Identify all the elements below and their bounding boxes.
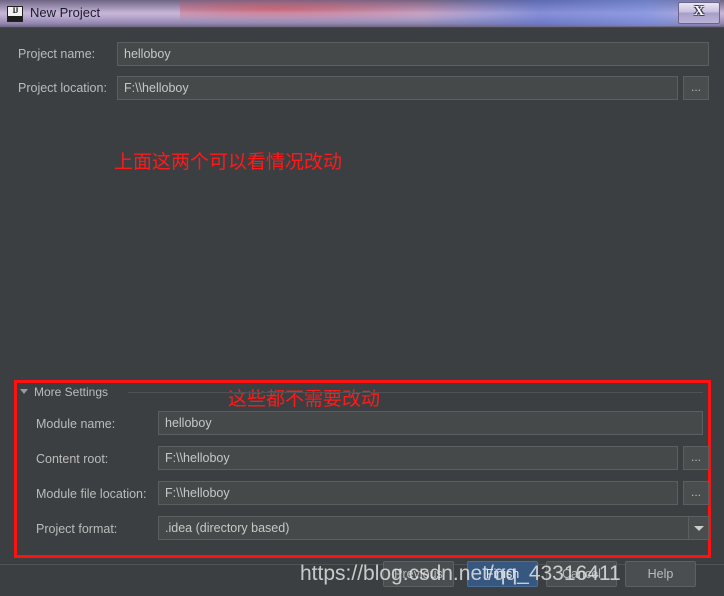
project-name-label: Project name: — [18, 47, 96, 61]
module-name-input[interactable]: helloboy — [158, 411, 703, 435]
more-settings-collapse-arrow-icon[interactable] — [20, 389, 28, 394]
content-root-input[interactable]: F:\\helloboy — [158, 446, 678, 470]
project-name-input[interactable]: helloboy — [117, 42, 709, 66]
annotation-top-note: 上面这两个可以看情况改动 — [114, 151, 343, 173]
title-bar-glare-red — [180, 0, 500, 22]
annotation-bottom-note: 这些都不需要改动 — [228, 388, 381, 410]
more-settings-group-divider — [128, 392, 703, 393]
intellij-idea-icon: IJ — [7, 6, 23, 22]
close-button[interactable]: X — [678, 2, 720, 24]
project-format-label: Project format: — [36, 522, 118, 536]
project-location-input[interactable]: F:\\helloboy — [117, 76, 678, 100]
content-root-browse-button[interactable]: ... — [683, 446, 709, 470]
project-location-label: Project location: — [18, 81, 107, 95]
title-bar-glare-blue — [420, 0, 720, 26]
cancel-button[interactable]: Cancel — [546, 561, 617, 587]
project-format-select[interactable]: .idea (directory based) — [158, 516, 709, 540]
new-project-dialog: IJ New Project X Project name: helloboy … — [0, 0, 724, 596]
finish-button[interactable]: Finish — [467, 561, 538, 587]
window-title-bar[interactable]: IJ New Project X — [0, 0, 724, 28]
dialog-body: Project name: helloboy Project location:… — [0, 28, 724, 596]
module-file-location-label: Module file location: — [36, 487, 147, 501]
chevron-down-icon[interactable] — [688, 517, 708, 539]
content-root-label: Content root: — [36, 452, 109, 466]
close-icon: X — [693, 4, 705, 19]
intellij-idea-icon-glyph: IJ — [12, 6, 18, 15]
module-file-location-browse-button[interactable]: ... — [683, 481, 709, 505]
window-title: New Project — [30, 5, 101, 20]
module-file-location-input[interactable]: F:\\helloboy — [158, 481, 678, 505]
previous-button[interactable]: Previous — [383, 561, 454, 587]
more-settings-group-label: More Settings — [30, 385, 113, 399]
project-location-browse-button[interactable]: ... — [683, 76, 709, 100]
module-name-label: Module name: — [36, 417, 116, 431]
help-button[interactable]: Help — [625, 561, 696, 587]
